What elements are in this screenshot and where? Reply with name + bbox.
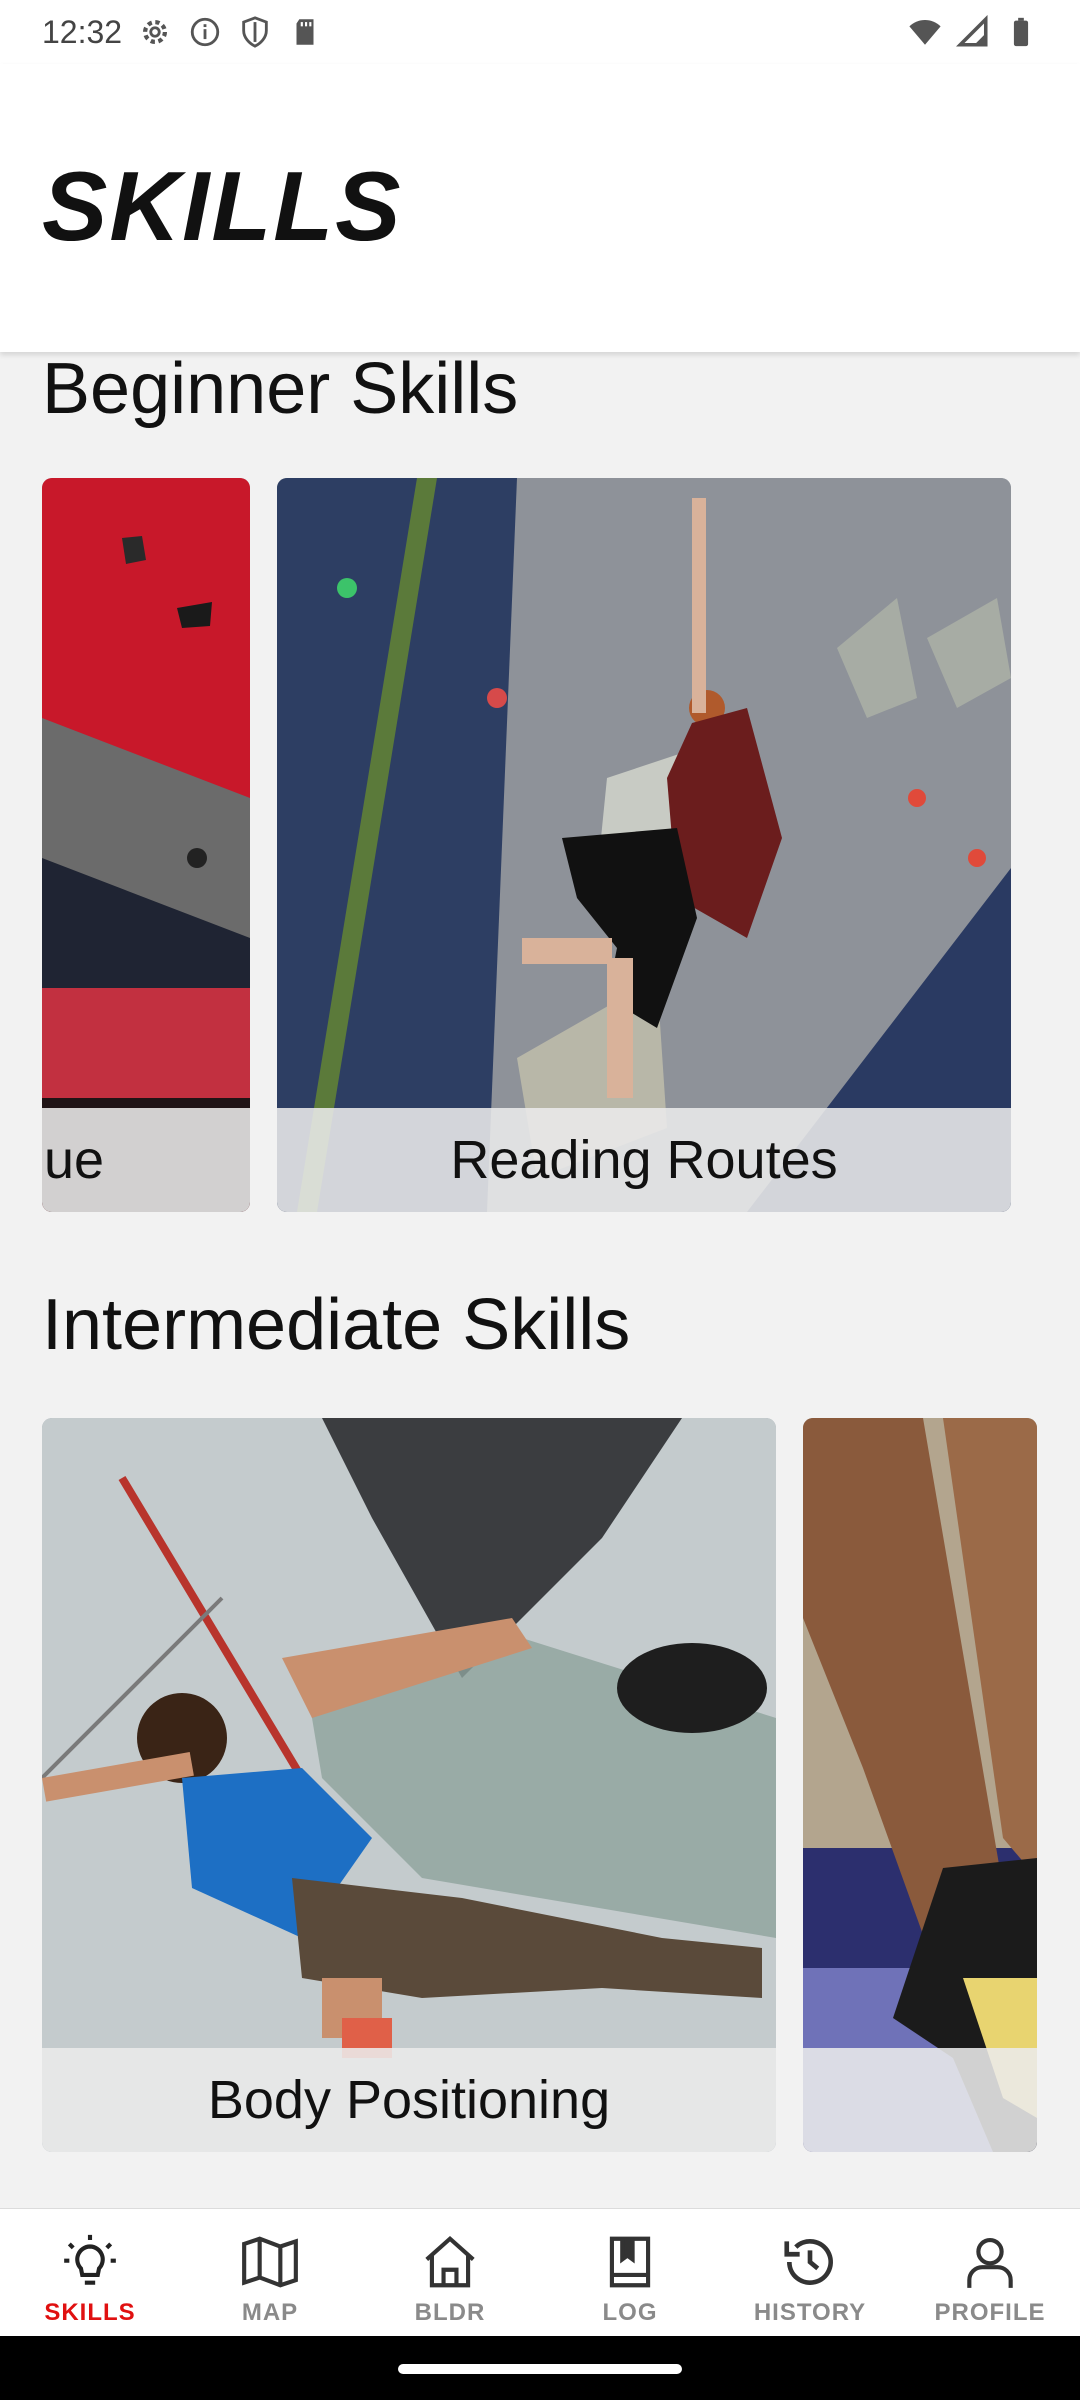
skill-card-label: ue [42, 1108, 250, 1212]
section-title-intermediate: Intermediate Skills [42, 1285, 631, 1365]
nav-label-skills: SKILLS [44, 2299, 136, 2326]
app-header: SKILLS [0, 64, 1080, 352]
page-title: SKILLS [42, 151, 403, 261]
skill-card-image [42, 1418, 776, 2152]
lightbulb-icon [64, 2234, 116, 2285]
battery-icon [1013, 17, 1029, 47]
skill-card-image [42, 478, 250, 1212]
nav-item-log[interactable]: LOG [540, 2209, 720, 2337]
signal-icon [956, 15, 988, 47]
nav-item-bldr[interactable]: BLDR [360, 2209, 540, 2337]
nav-item-skills[interactable]: SKILLS [0, 2209, 180, 2337]
skill-card-image [277, 478, 1011, 1212]
info-icon [190, 17, 220, 47]
home-icon [425, 2235, 475, 2288]
nav-item-map[interactable]: MAP [180, 2209, 360, 2337]
skill-card-reading-routes[interactable]: Reading Routes [277, 478, 1011, 1212]
skill-card-partial-left[interactable]: ue [42, 478, 250, 1212]
nav-label-map: MAP [241, 2299, 299, 2326]
system-gesture-bar [0, 2336, 1080, 2400]
skill-card-label [803, 2048, 1037, 2152]
skill-card-image [803, 1418, 1037, 2152]
map-icon [242, 2236, 298, 2288]
status-bar-right [908, 15, 1038, 49]
nav-item-history[interactable]: HISTORY [720, 2209, 900, 2337]
skill-card-body-positioning[interactable]: Body Positioning [42, 1418, 776, 2152]
bottom-navigation: SKILLS MAP BLDR LOG HISTORY PROFILE [0, 2208, 1080, 2337]
nav-label-profile: PROFILE [934, 2299, 1046, 2326]
section-title-beginner: Beginner Skills [42, 349, 519, 429]
nav-item-profile[interactable]: PROFILE [900, 2209, 1080, 2337]
history-icon [784, 2239, 833, 2285]
status-time: 12:32 [42, 13, 123, 50]
status-bar: 12:32 [0, 0, 1080, 64]
nav-label-bldr: BLDR [414, 2299, 486, 2326]
shield-icon [242, 16, 268, 48]
skill-card-label: Reading Routes [277, 1108, 1011, 1212]
wifi-icon [909, 19, 941, 45]
home-gesture-handle[interactable] [398, 2364, 682, 2374]
person-icon [967, 2237, 1013, 2288]
status-bar-left: 12:32 [42, 14, 322, 51]
sd-card-icon [296, 19, 314, 45]
skill-card-label: Body Positioning [42, 2048, 776, 2152]
book-icon [609, 2236, 651, 2288]
nav-label-history: HISTORY [753, 2299, 867, 2326]
nav-label-log: LOG [602, 2299, 658, 2326]
skill-card-partial-right[interactable] [803, 1418, 1037, 2152]
gear-icon [143, 19, 168, 45]
